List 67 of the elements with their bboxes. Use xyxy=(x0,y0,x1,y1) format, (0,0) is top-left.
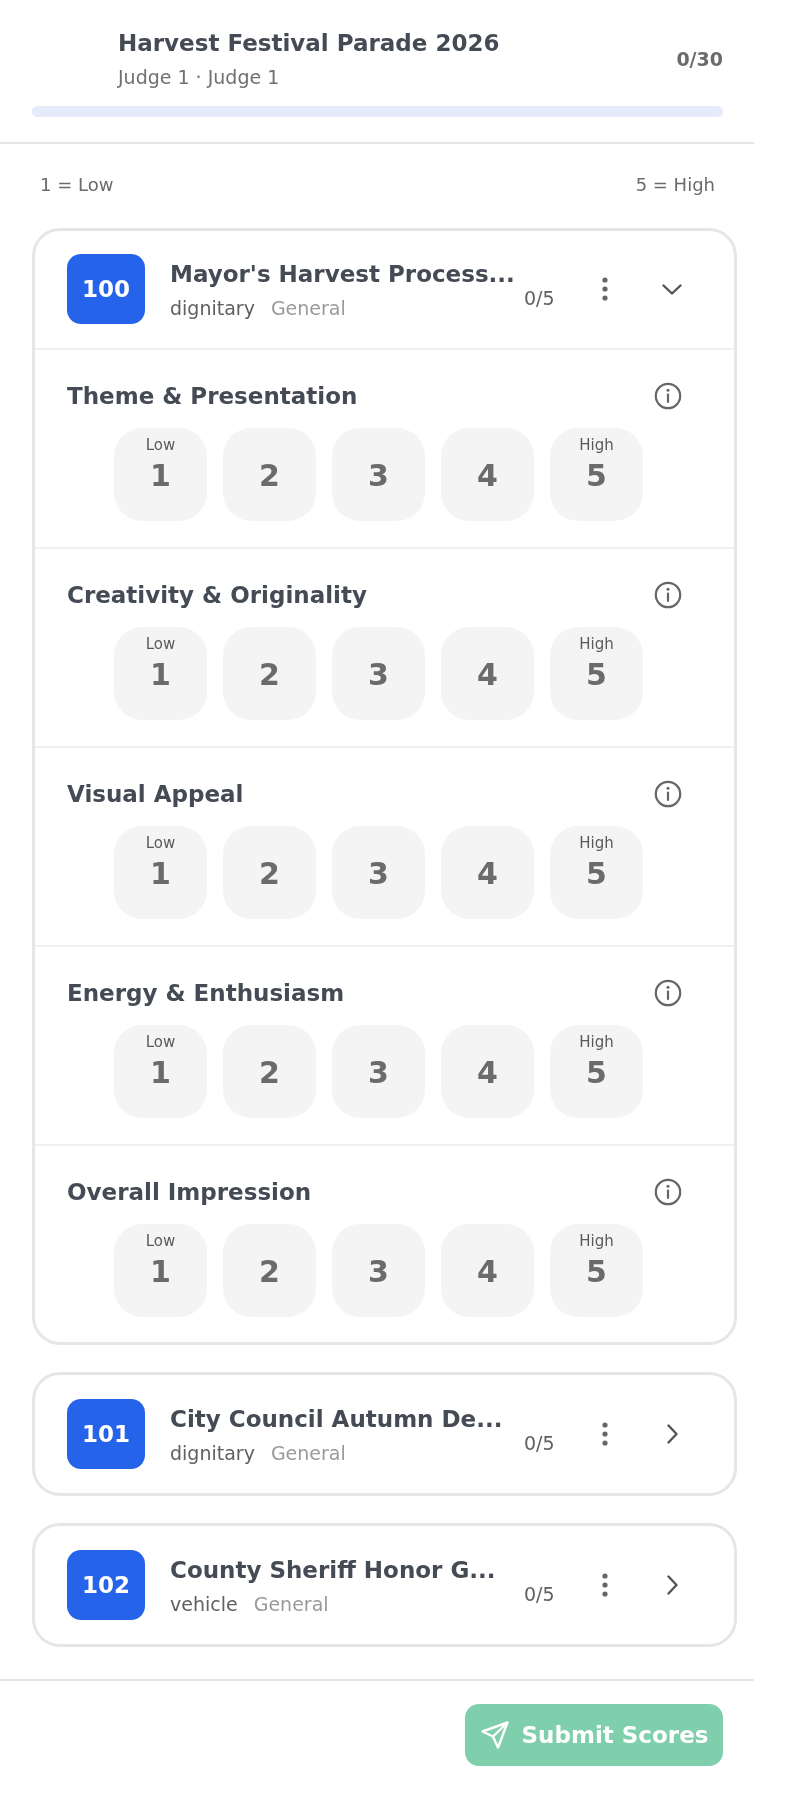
score-button[interactable]: Low 1 xyxy=(114,428,207,521)
entry-division: General xyxy=(270,295,346,320)
info-button[interactable] xyxy=(653,978,683,1008)
score-button[interactable]: High 5 xyxy=(550,1224,643,1317)
criterion-name: Visual Appeal xyxy=(67,780,244,809)
entry-name: Mayor's Harvest Process... xyxy=(170,259,515,289)
score-button[interactable]: 3 xyxy=(332,627,425,720)
info-button[interactable] xyxy=(653,580,683,610)
score-button[interactable]: 2 xyxy=(223,826,316,919)
score-button[interactable]: 2 xyxy=(223,1224,316,1317)
event-title: Harvest Festival Parade 2026 xyxy=(118,29,500,58)
entry-division: General xyxy=(253,1591,329,1616)
score-button[interactable]: 4 xyxy=(441,1224,534,1317)
info-icon xyxy=(654,382,682,410)
info-icon xyxy=(654,780,682,808)
criterion-name: Theme & Presentation xyxy=(67,382,358,411)
score-button[interactable]: 2 xyxy=(223,428,316,521)
kebab-icon xyxy=(602,1422,608,1446)
entry-score: 0/5 xyxy=(524,1582,555,1606)
criterion-name: Energy & Enthusiasm xyxy=(67,979,345,1008)
kebab-icon xyxy=(602,1573,608,1597)
total-score: 0/30 xyxy=(676,47,723,72)
score-button[interactable]: 2 xyxy=(223,627,316,720)
info-icon xyxy=(654,581,682,609)
entry-number-badge: 100 xyxy=(67,254,145,324)
info-icon xyxy=(654,979,682,1007)
criterion-name: Creativity & Originality xyxy=(67,581,367,610)
entry-category: dignitary xyxy=(170,295,255,320)
chevron-right-icon xyxy=(666,1575,678,1595)
chevron-down-icon xyxy=(662,283,682,295)
entry-number-badge: 102 xyxy=(67,1550,145,1620)
entry-number-badge: 101 xyxy=(67,1399,145,1469)
entry-division: General xyxy=(270,1440,346,1465)
score-button[interactable]: High 5 xyxy=(550,428,643,521)
entry-score: 0/5 xyxy=(524,1431,555,1455)
score-button[interactable]: High 5 xyxy=(550,826,643,919)
entry-score: 0/5 xyxy=(524,286,555,310)
judge-subtitle: Judge 1 · Judge 1 xyxy=(118,65,281,90)
entry-name: County Sheriff Honor G... xyxy=(170,1555,496,1585)
score-button[interactable]: 4 xyxy=(441,826,534,919)
score-button[interactable]: 2 xyxy=(223,1025,316,1118)
score-button[interactable]: Low 1 xyxy=(114,1025,207,1118)
score-button[interactable]: 3 xyxy=(332,1224,425,1317)
scale-low-label: 1 = Low xyxy=(40,174,114,196)
entry-name: City Council Autumn De... xyxy=(170,1404,503,1434)
score-button[interactable]: 3 xyxy=(332,428,425,521)
score-button[interactable]: High 5 xyxy=(550,1025,643,1118)
info-button[interactable] xyxy=(653,779,683,809)
chevron-right-icon xyxy=(666,1424,678,1444)
entry-category: vehicle xyxy=(170,1591,238,1616)
send-icon xyxy=(479,1720,510,1750)
info-icon xyxy=(654,1178,682,1206)
info-button[interactable] xyxy=(653,381,683,411)
info-button[interactable] xyxy=(653,1177,683,1207)
score-button[interactable]: Low 1 xyxy=(114,826,207,919)
scale-high-label: 5 = High xyxy=(635,174,715,196)
score-button[interactable]: Low 1 xyxy=(114,1224,207,1317)
criterion-name: Overall Impression xyxy=(67,1178,312,1207)
score-button[interactable]: 4 xyxy=(441,1025,534,1118)
score-button[interactable]: High 5 xyxy=(550,627,643,720)
score-button[interactable]: 3 xyxy=(332,826,425,919)
score-button[interactable]: 4 xyxy=(441,428,534,521)
kebab-icon xyxy=(602,277,608,301)
score-button[interactable]: 4 xyxy=(441,627,534,720)
score-button[interactable]: Low 1 xyxy=(114,627,207,720)
entry-category: dignitary xyxy=(170,1440,255,1465)
score-button[interactable]: 3 xyxy=(332,1025,425,1118)
